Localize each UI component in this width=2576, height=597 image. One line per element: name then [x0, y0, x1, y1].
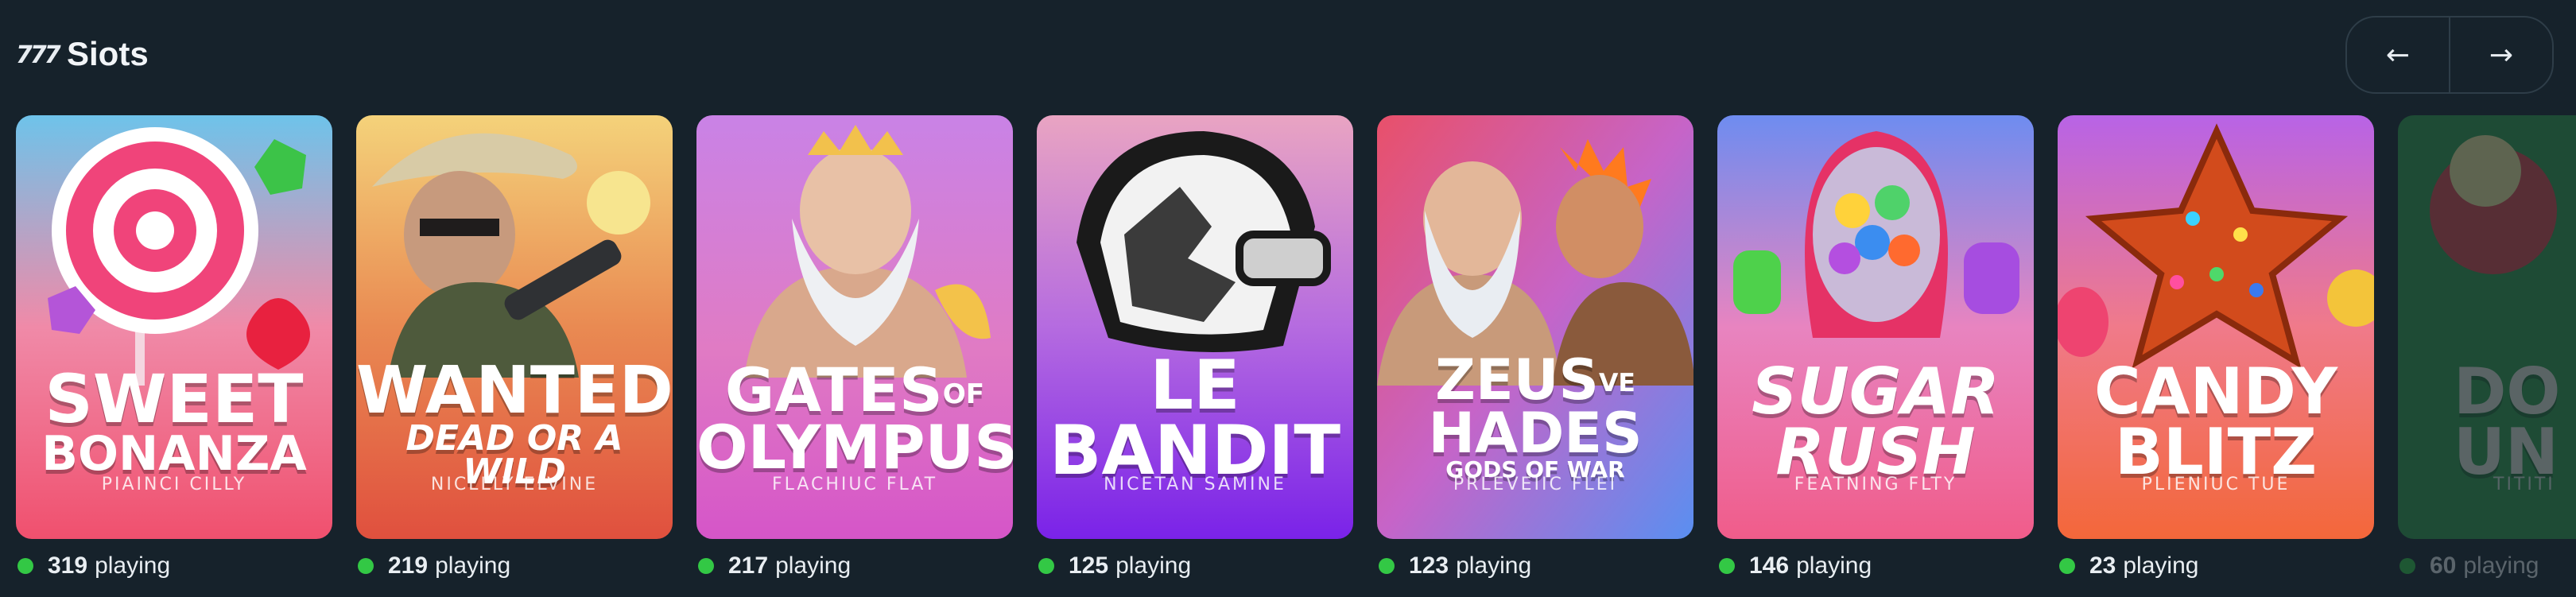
game-card-gates-of-olympus[interactable]: GATESOF OLYMPUS FLACHIUC FLAT: [696, 115, 1013, 539]
next-arrow-button[interactable]: →: [2449, 17, 2552, 92]
game-card-sweet-bonanza[interactable]: SWEET BONANZA PIAINCI CILLY: [16, 115, 332, 539]
online-dot-icon: [1379, 558, 1395, 574]
game-title: ZEUSVE HADES GODS OF WAR: [1428, 347, 1643, 483]
online-dot-icon: [698, 558, 714, 574]
game-title: CANDY BLITZ: [2093, 355, 2338, 489]
prev-arrow-button[interactable]: ←: [2347, 17, 2449, 92]
player-count: 146 playing: [1719, 549, 1872, 583]
arrow-left-icon: ←: [2385, 38, 2411, 72]
game-card-wanted[interactable]: WANTED DEAD OR A WILD NICLLLY ELVINE: [356, 115, 673, 539]
game-card-partial[interactable]: DO UN TITITI: [2398, 115, 2576, 539]
game-title: WANTED DEAD OR A WILD: [356, 353, 673, 492]
game-subtitle: FEATNING FLTY: [1794, 475, 1957, 494]
game-card-le-bandit[interactable]: LE BANDIT NICETAN SAMINE: [1037, 115, 1353, 539]
game-card-zeus-vs-hades[interactable]: ZEUSVE HADES GODS OF WAR PRLEVEIIC FLEI: [1377, 115, 1693, 539]
game-card-sugar-rush[interactable]: SUGAR RUSH FEATNING FLTY: [1717, 115, 2034, 539]
game-subtitle: NICLLLY ELVINE: [430, 475, 599, 494]
online-dot-icon: [2059, 558, 2075, 574]
game-title: SUGAR RUSH: [1752, 355, 2000, 489]
online-dot-icon: [1719, 558, 1735, 574]
game-card-candy-blitz[interactable]: CANDY BLITZ PLIENIUC TUE: [2058, 115, 2374, 539]
player-count: 123 playing: [1379, 549, 1531, 583]
player-count: 319 playing: [17, 549, 170, 583]
game-title: GATESOF OLYMPUS: [696, 355, 1013, 483]
player-count: 217 playing: [698, 549, 851, 583]
player-count: 219 playing: [358, 549, 510, 583]
online-dot-icon: [17, 558, 33, 574]
online-dot-icon: [2399, 558, 2415, 574]
online-dot-icon: [1038, 558, 1054, 574]
player-count: 60 playing: [2399, 549, 2539, 583]
game-title: SWEET BONANZA: [41, 360, 307, 482]
game-subtitle: PRLEVEIIC FLEI: [1453, 475, 1618, 494]
game-title: DO UN: [2454, 355, 2561, 489]
arrow-right-icon: →: [2489, 38, 2514, 72]
slots-icon: 777: [16, 41, 61, 69]
carousel-nav: ← →: [2345, 16, 2554, 94]
online-dot-icon: [358, 558, 374, 574]
game-subtitle: PLIENIUC TUE: [2141, 475, 2291, 494]
game-subtitle: FLACHIUC FLAT: [771, 475, 938, 494]
game-title: LE BANDIT: [1049, 346, 1341, 490]
game-subtitle: TITITI: [2493, 475, 2555, 494]
player-count: 125 playing: [1038, 549, 1191, 583]
game-subtitle: PIAINCI CILLY: [101, 475, 247, 494]
game-subtitle: NICETAN SAMINE: [1104, 475, 1286, 494]
section-header: 777 Siots ← →: [0, 0, 2576, 111]
player-count: 23 playing: [2059, 549, 2198, 583]
section-title: Siots: [67, 35, 149, 72]
